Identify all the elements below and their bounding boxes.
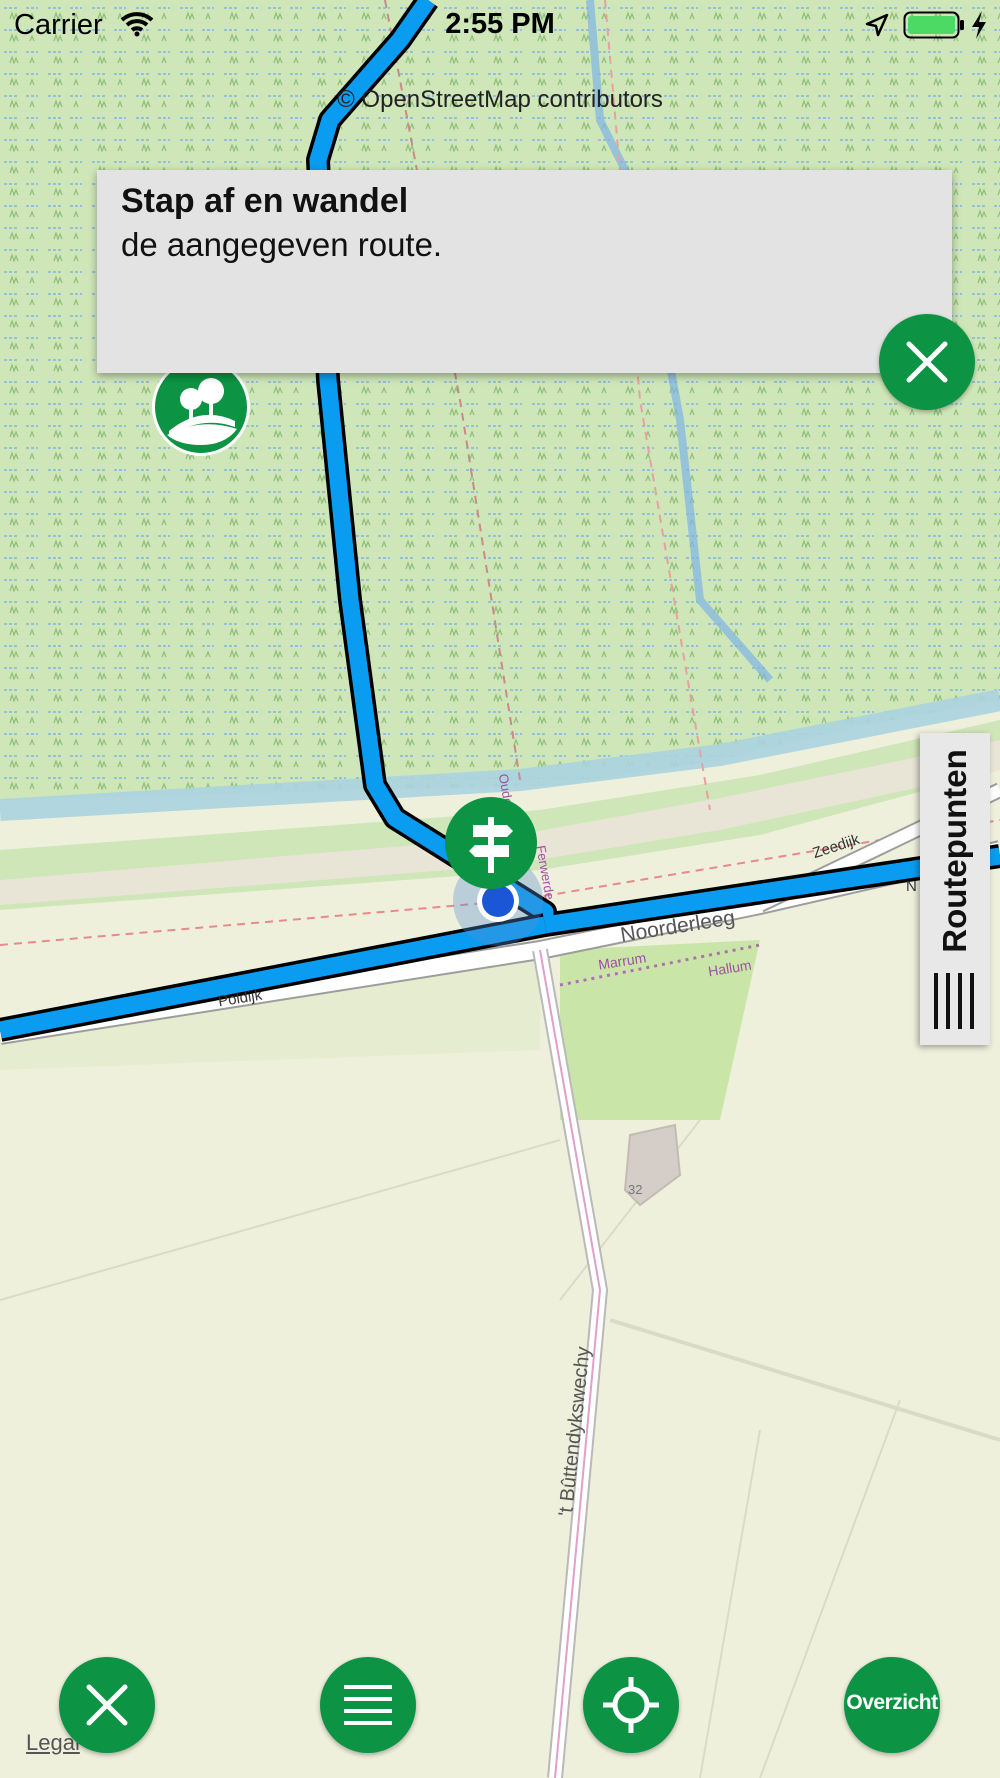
popup-body: de aangegeven route. <box>121 226 443 263</box>
user-location-dot-icon <box>482 885 514 917</box>
close-icon <box>86 1684 128 1726</box>
battery-full-icon <box>903 11 964 39</box>
routepunten-tab[interactable]: Routepunten <box>920 733 990 1045</box>
status-bar: Carrier 2:55 PM <box>0 0 1000 50</box>
popup-close-button[interactable] <box>879 314 975 410</box>
location-arrow-icon <box>865 13 889 37</box>
street-label-edge: N <box>906 878 917 895</box>
menu-button[interactable] <box>320 1657 416 1753</box>
routepunten-label: Routepunten <box>936 749 973 953</box>
close-icon <box>906 341 948 383</box>
house-number-label: 32 <box>628 1182 643 1197</box>
overview-label: Overzicht <box>846 1691 938 1714</box>
signpost-icon[interactable] <box>445 797 537 889</box>
overview-button[interactable]: Overzicht <box>844 1657 940 1753</box>
charging-bolt-icon <box>972 11 986 39</box>
map-attribution[interactable]: © OpenStreetMap contributors <box>0 86 1000 114</box>
menu-icon <box>344 1685 392 1725</box>
popup-title: Stap af en wandel <box>121 182 409 220</box>
drag-handle-icon <box>934 973 974 1029</box>
crosshair-icon <box>603 1677 659 1733</box>
locate-me-button[interactable] <box>583 1657 679 1753</box>
stop-route-button[interactable] <box>59 1657 155 1753</box>
status-time: 2:55 PM <box>445 8 555 40</box>
instruction-popup: Stap af en wandel de aangegeven route. <box>97 170 952 373</box>
